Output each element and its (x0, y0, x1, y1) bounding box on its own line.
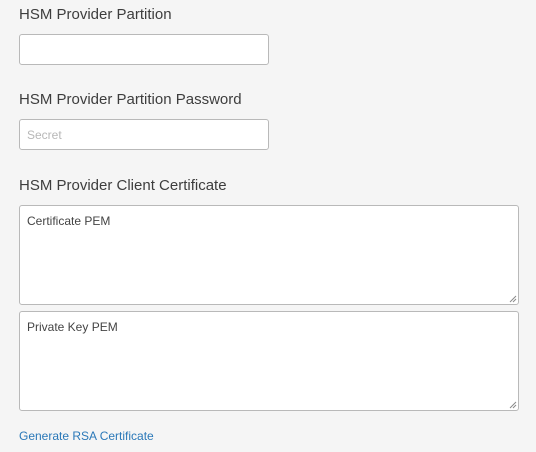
hsm-partition-password-input[interactable] (19, 119, 269, 150)
private-key-pem-textarea[interactable] (19, 311, 519, 411)
generate-rsa-certificate-link[interactable]: Generate RSA Certificate (19, 429, 154, 443)
hsm-partition-label: HSM Provider Partition (19, 6, 172, 23)
hsm-partition-password-label: HSM Provider Partition Password (19, 91, 242, 108)
hsm-client-certificate-label: HSM Provider Client Certificate (19, 177, 227, 194)
hsm-partition-input[interactable] (19, 34, 269, 65)
resize-handle-icon[interactable] (509, 295, 517, 303)
resize-handle-icon[interactable] (509, 401, 517, 409)
certificate-pem-textarea[interactable] (19, 205, 519, 305)
